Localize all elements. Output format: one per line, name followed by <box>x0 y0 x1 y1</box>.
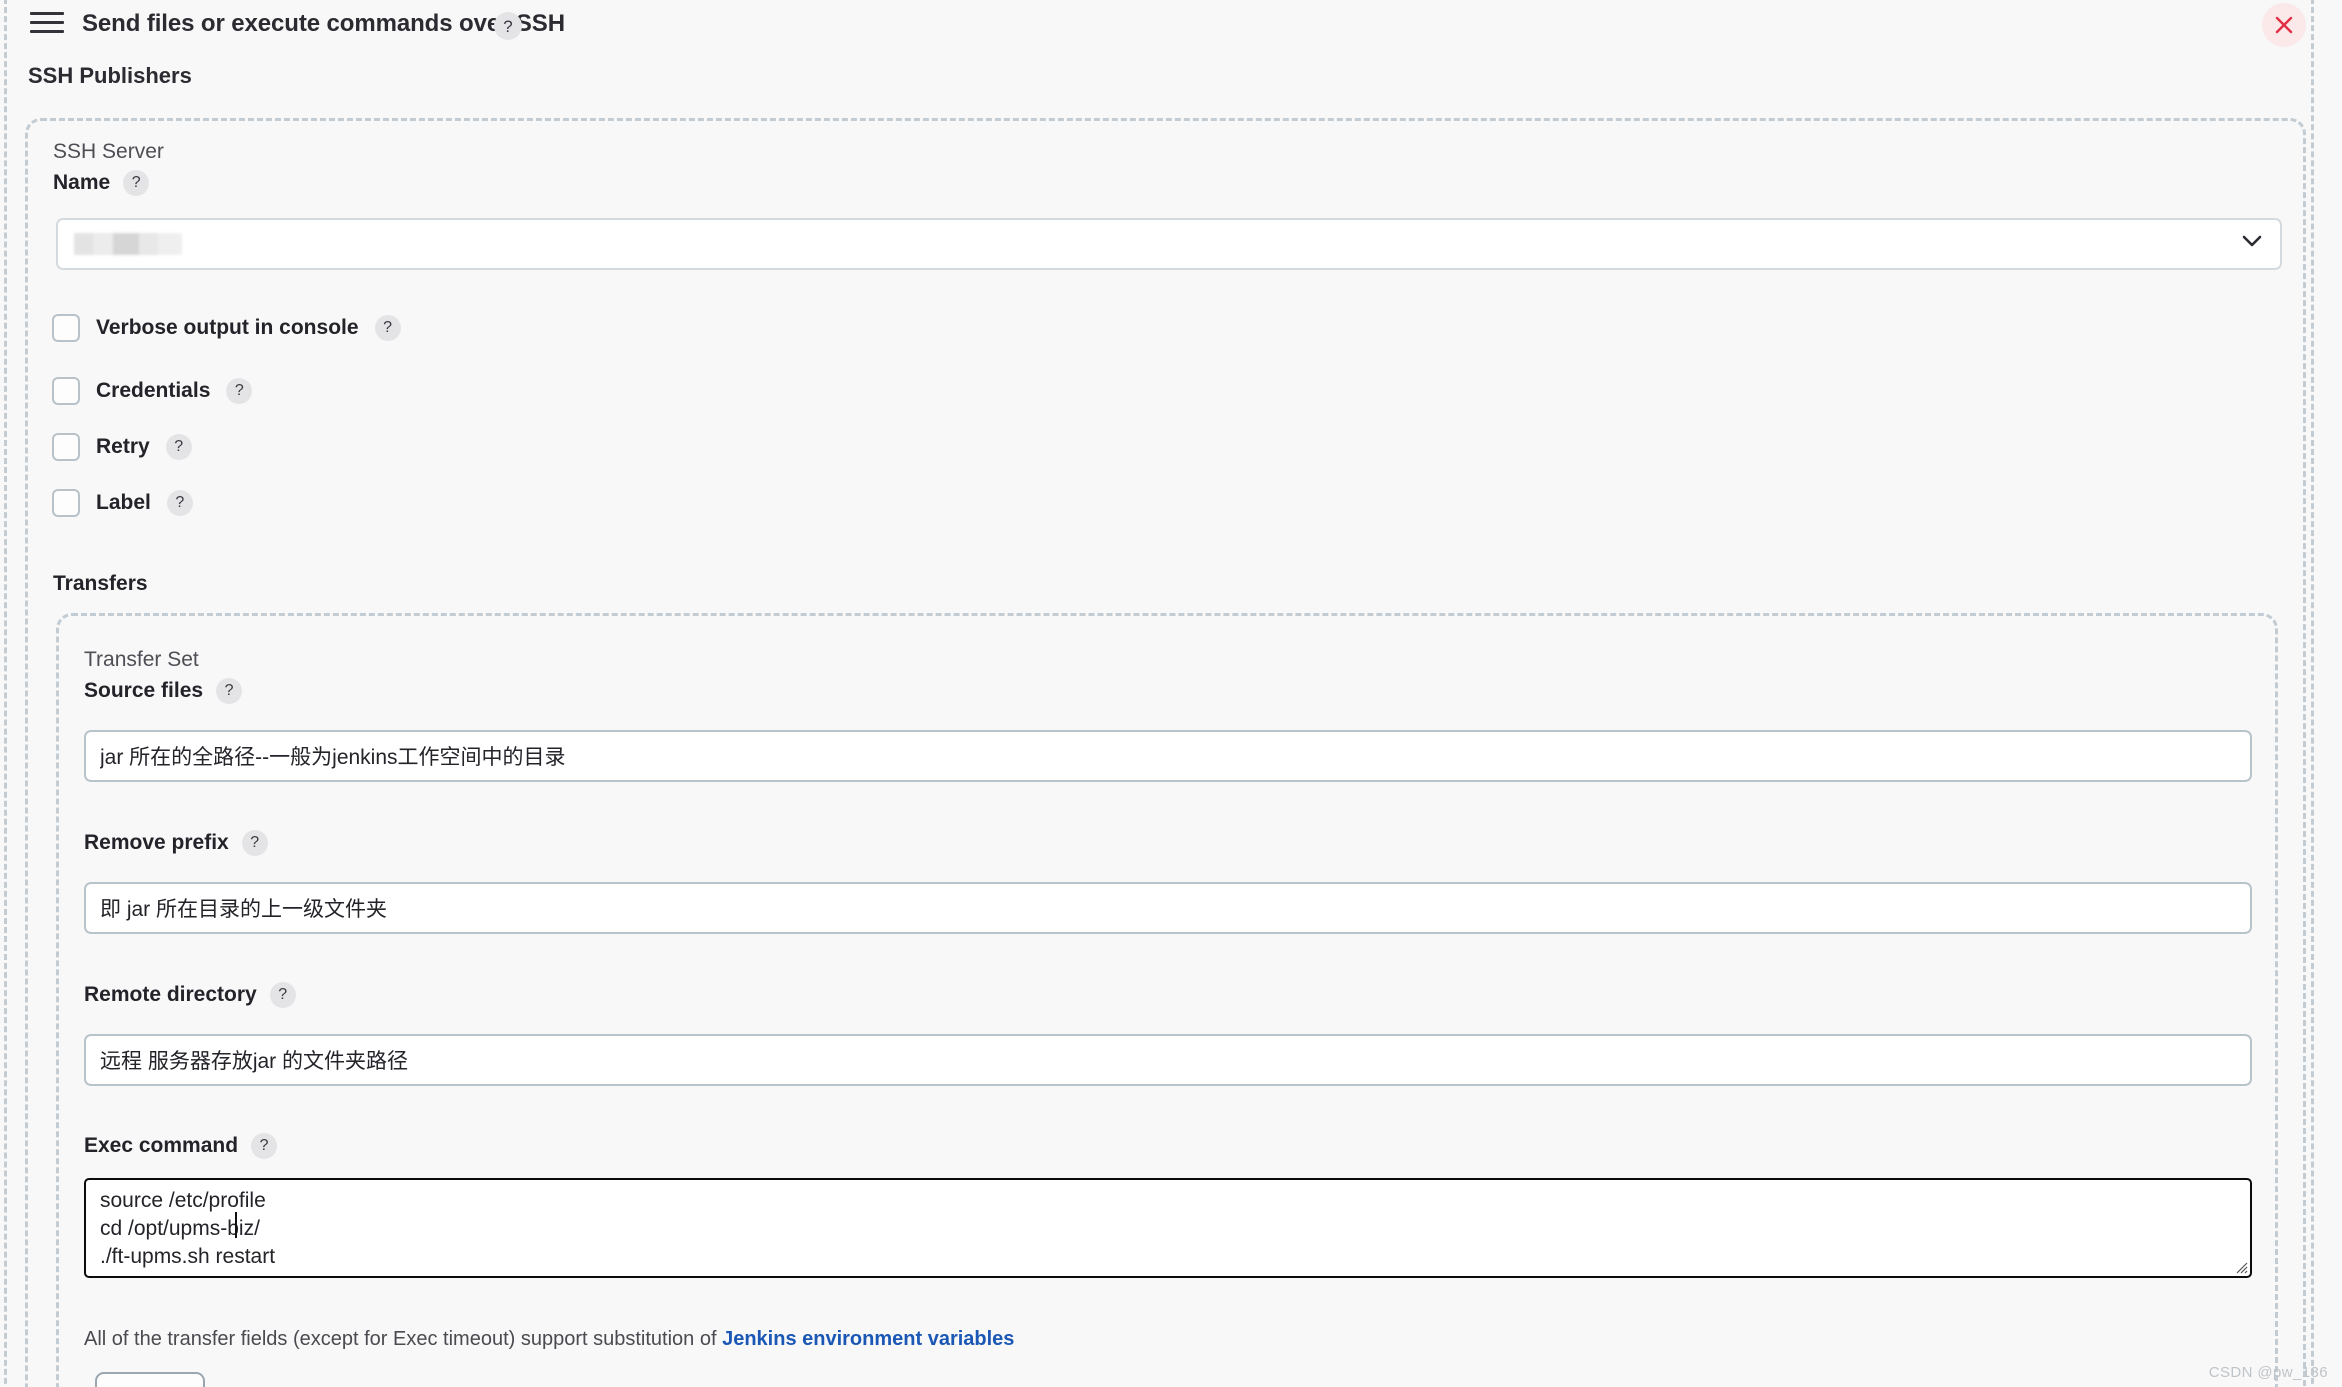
textarea-exec-command[interactable]: source /etc/profile cd /opt/upms-biz/ ./… <box>84 1178 2252 1278</box>
help-icon-source-files[interactable]: ? <box>216 678 243 704</box>
hamburger-menu-icon[interactable] <box>30 12 64 34</box>
input-remove-prefix[interactable] <box>84 882 2252 934</box>
checkbox-verbose-output[interactable] <box>52 314 80 342</box>
field-label-remote-directory: Remote directory <box>84 983 257 1006</box>
help-icon-retry[interactable]: ? <box>165 434 192 460</box>
footnote-text: All of the transfer fields (except for E… <box>84 1328 723 1350</box>
field-label-exec-command: Exec command <box>84 1134 239 1157</box>
close-icon <box>2275 16 2293 34</box>
field-label-row-exec-command: Exec command ? <box>84 1133 278 1159</box>
field-label-row-remote-directory: Remote directory ? <box>84 982 296 1008</box>
close-button[interactable] <box>2262 3 2306 47</box>
help-icon-credentials[interactable]: ? <box>226 378 253 404</box>
help-icon-label[interactable]: ? <box>166 490 193 516</box>
option-label-verbose-output: Verbose output in console <box>96 316 359 339</box>
help-badge-glyph: ? <box>494 12 522 40</box>
transfer-bottom-button[interactable] <box>95 1372 205 1387</box>
transfer-footnote: All of the transfer fields (except for E… <box>84 1328 1014 1351</box>
text-cursor <box>235 1212 237 1238</box>
field-label-row-remove-prefix: Remove prefix ? <box>84 830 268 856</box>
ssh-publisher-panel: Send files or execute commands over SSH … <box>0 0 2342 1387</box>
input-source-files[interactable] <box>84 730 2252 782</box>
ssh-server-group-label: SSH Server <box>53 140 164 163</box>
transfers-title: Transfers <box>53 572 148 595</box>
field-label-row-source-files: Source files ? <box>84 678 243 704</box>
option-row-verbose-output: Verbose output in console ? <box>52 314 401 342</box>
transfer-set-label: Transfer Set <box>84 648 199 671</box>
option-label-retry: Retry <box>96 435 150 458</box>
page-title: Send files or execute commands over SSH <box>82 10 565 37</box>
option-row-retry: Retry ? <box>52 433 192 461</box>
ssh-server-name-select[interactable] <box>56 218 2282 270</box>
ssh-server-name-row: Name ? <box>53 170 150 196</box>
checkbox-credentials[interactable] <box>52 377 80 405</box>
help-icon-exec-command[interactable]: ? <box>251 1133 278 1159</box>
chevron-down-icon <box>2242 235 2262 253</box>
help-icon-remove-prefix[interactable]: ? <box>241 830 268 856</box>
input-remote-directory[interactable] <box>84 1034 2252 1086</box>
option-label-label: Label <box>96 491 151 514</box>
ssh-server-name-value-redacted <box>74 233 182 255</box>
header-help-icon[interactable]: ? <box>494 12 522 40</box>
ssh-server-name-label: Name <box>53 171 111 194</box>
help-icon-remote-directory[interactable]: ? <box>269 982 296 1008</box>
option-row-credentials: Credentials ? <box>52 377 253 405</box>
checkbox-label[interactable] <box>52 489 80 517</box>
panel-header: Send files or execute commands over SSH <box>0 0 2342 44</box>
option-label-credentials: Credentials <box>96 379 211 402</box>
checkbox-retry[interactable] <box>52 433 80 461</box>
ssh-server-name-help-icon[interactable]: ? <box>123 170 150 196</box>
section-title: SSH Publishers <box>28 63 192 88</box>
jenkins-env-variables-link[interactable]: Jenkins environment variables <box>722 1328 1014 1350</box>
option-row-label: Label ? <box>52 489 193 517</box>
ssh-server-name-select-wrap <box>56 218 2282 270</box>
field-label-remove-prefix: Remove prefix <box>84 831 229 854</box>
watermark: CSDN @pw_136 <box>2208 1364 2328 1381</box>
field-label-source-files: Source files <box>84 679 204 702</box>
help-icon-verbose-output[interactable]: ? <box>374 315 401 341</box>
